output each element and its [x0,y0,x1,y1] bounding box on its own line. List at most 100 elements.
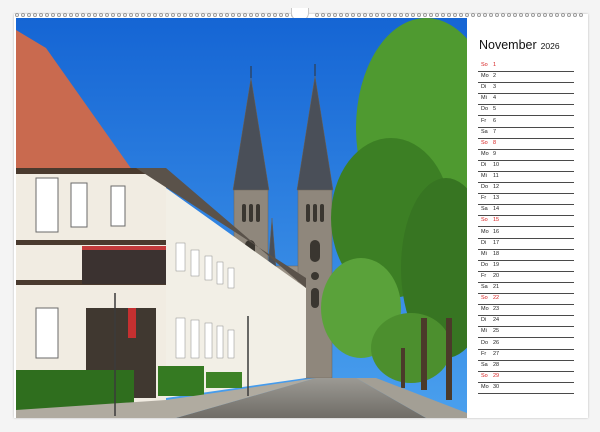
binding-ring [495,13,499,17]
weekday-label: Di [481,239,487,246]
binding-ring [165,13,169,17]
binding-ring [267,13,271,17]
binding-ring [399,13,403,17]
weekday-label: Sa [481,206,488,213]
binding-ring [213,13,217,17]
weekday-label: Do [481,339,489,346]
weekday-label: Do [481,106,489,113]
weekday-label: Di [481,161,487,168]
weekday-label: Sa [481,361,488,368]
binding-ring [195,13,199,17]
day-number: 16 [493,228,500,235]
day-number: 30 [493,383,500,390]
weekday-label: Mi [481,173,487,179]
binding-ring [525,13,529,17]
binding-ring [249,13,253,17]
binding-ring [141,13,145,17]
binding-ring [279,13,283,17]
weekday-label: Di [481,317,487,324]
binding-ring [21,13,25,17]
day-number: 22 [493,295,500,302]
binding-ring [219,13,223,17]
weekday-label: Sa [481,128,488,135]
day-number: 11 [493,173,499,179]
binding-ring [561,13,565,17]
binding-ring [33,13,37,17]
day-row: Mo 30 [478,382,574,394]
weekday-label: Mi [481,95,487,102]
binding-ring [243,13,247,17]
day-number: 19 [493,261,500,268]
binding-ring [39,13,43,17]
binding-ring [519,13,523,17]
day-number: 25 [493,328,500,335]
binding-ring [477,13,481,17]
binding-ring [135,13,139,17]
weekday-label: Sa [481,284,488,290]
day-number: 1 [493,62,497,68]
binding-ring [63,13,67,17]
binding-ring [333,13,337,17]
weekday-label: So [481,372,488,379]
binding-ring [45,13,49,17]
binding-ring [465,13,469,17]
binding-ring [507,13,511,17]
binding-ring [459,13,463,17]
day-number: 6 [493,117,497,124]
weekday-label: Mo [481,150,489,157]
binding-ring [345,13,349,17]
binding-ring [183,13,187,17]
binding-ring [483,13,487,17]
binding-ring [129,13,133,17]
day-number: 9 [493,150,497,157]
weekday-label: Fr [481,350,487,357]
binding-ring [147,13,151,17]
month-calendar: November 2026 So 1 Mo 2 Di 3 Mi 4 Do 5 Fr 6 Sa 7 So 8 Mo 9… [478,38,574,394]
day-number: 17 [493,239,500,246]
binding-ring [405,13,409,17]
binding-ring [441,13,445,17]
binding-ring [189,13,193,17]
binding-ring [363,13,367,17]
binding-ring [549,13,553,17]
binding-ring [531,13,535,17]
binding-ring [171,13,175,17]
binding-ring [471,13,475,17]
binding-ring [207,13,211,17]
day-number: 26 [493,339,500,346]
day-number: 21 [493,284,500,290]
binding-ring [231,13,235,17]
weekday-label: Do [481,184,489,191]
binding-ring [513,13,517,17]
day-number: 24 [493,317,500,324]
binding-ring [435,13,439,17]
binding-ring [393,13,397,17]
binding-ring [159,13,163,17]
binding-ring [201,13,205,17]
binding-ring [369,13,373,17]
binding-ring [93,13,97,17]
day-number: 27 [493,350,500,357]
day-number: 5 [493,106,497,113]
day-number: 23 [493,306,500,313]
binding-ring [423,13,427,17]
weekday-label: Fr [481,195,487,202]
binding-ring [27,13,31,17]
binding-ring [543,13,547,17]
binding-ring [177,13,181,17]
weekday-label: Mo [481,228,489,235]
binding-ring [99,13,103,17]
binding-ring [411,13,415,17]
binding-ring [237,13,241,17]
binding-ring [573,13,577,17]
month-title: November 2026 [479,38,574,52]
binding-ring [255,13,259,17]
binding-ring [315,13,319,17]
day-number: 15 [493,217,500,224]
binding-ring [453,13,457,17]
binding-ring [123,13,127,17]
binding-ring [327,13,331,17]
weekday-label: Mo [481,383,489,390]
binding-ring [417,13,421,17]
weekday-label: So [481,217,488,224]
